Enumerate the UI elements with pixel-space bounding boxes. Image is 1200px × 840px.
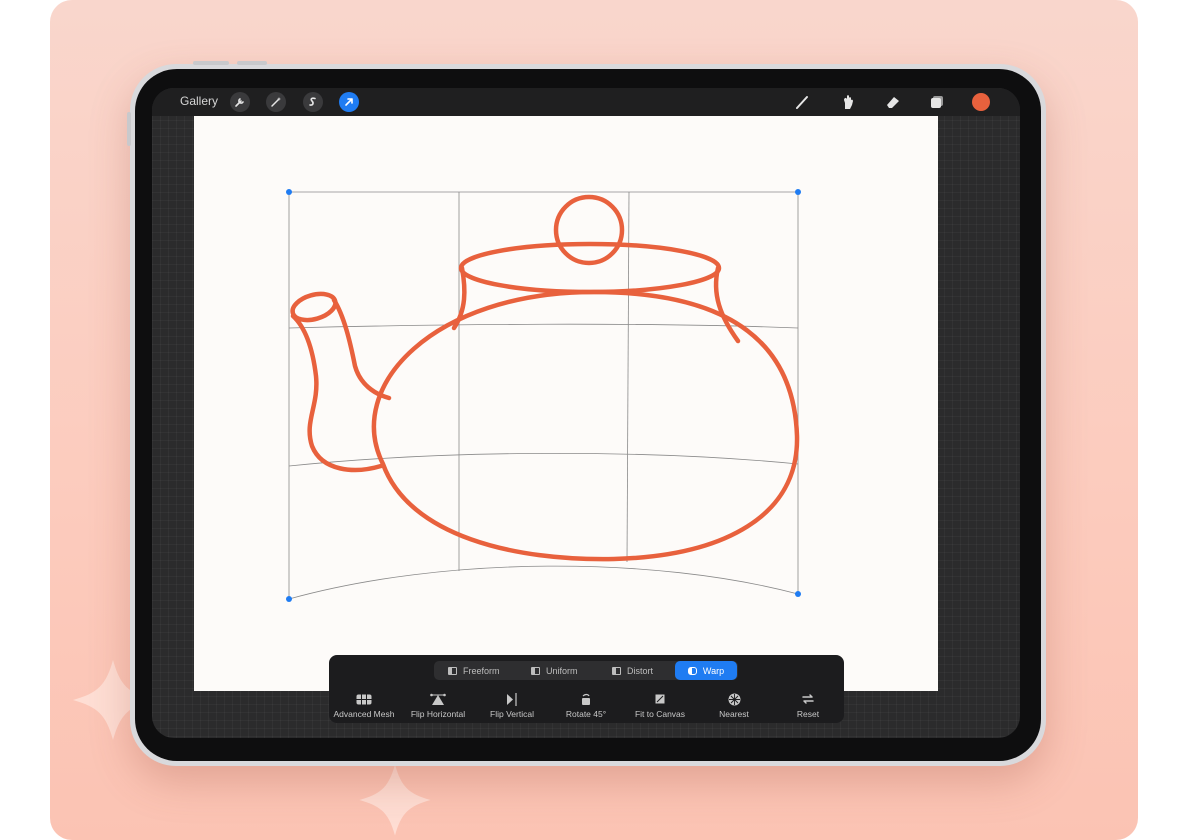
mode-distort[interactable]: Distort	[612, 661, 682, 680]
mode-uniform[interactable]: Uniform	[531, 661, 601, 680]
top-button	[237, 61, 267, 65]
mode-label: Distort	[627, 665, 654, 676]
action-label: Advanced Mesh	[333, 709, 395, 719]
flip-vertical-icon	[505, 692, 519, 706]
rotate-icon	[579, 692, 593, 706]
nearest-button[interactable]: Nearest	[697, 692, 771, 720]
flip-vertical-button[interactable]: Flip Vertical	[475, 692, 549, 720]
rotate-45-button[interactable]: Rotate 45°	[549, 692, 623, 720]
action-label: Nearest	[719, 709, 749, 719]
eraser-icon[interactable]	[883, 92, 903, 112]
color-swatch[interactable]	[972, 93, 990, 111]
action-label: Reset	[796, 709, 820, 719]
magic-wand-icon[interactable]	[266, 92, 286, 112]
mode-warp[interactable]: Warp	[675, 661, 737, 680]
fit-to-canvas-icon	[654, 692, 666, 706]
top-button	[193, 61, 229, 65]
action-label: Rotate 45°	[565, 709, 607, 719]
mode-label: Freeform	[463, 665, 500, 676]
top-toolbar: Gallery	[152, 88, 1020, 116]
action-label: Flip Vertical	[490, 709, 534, 719]
mode-freeform[interactable]: Freeform	[448, 661, 518, 680]
freeform-icon	[448, 666, 457, 675]
nearest-icon	[728, 692, 741, 706]
selection-icon[interactable]	[303, 92, 323, 112]
layers-icon[interactable]	[927, 92, 947, 112]
advanced-mesh-button[interactable]: Advanced Mesh	[327, 692, 401, 720]
procreate-screen: Gallery Freeform Uniform Distort Warp Ad…	[152, 88, 1020, 738]
decorative-sparkle-icon	[359, 764, 431, 836]
mode-label: Warp	[702, 665, 725, 676]
reset-icon	[801, 692, 815, 706]
transform-panel: Freeform Uniform Distort Warp Advanced M…	[329, 655, 844, 723]
distort-icon	[612, 666, 621, 675]
wrench-icon[interactable]	[230, 92, 250, 112]
teapot-strokes	[290, 194, 800, 562]
brush-icon[interactable]	[793, 92, 813, 112]
uniform-icon	[531, 666, 540, 675]
smudge-icon[interactable]	[838, 92, 858, 112]
fit-to-canvas-button[interactable]: Fit to Canvas	[623, 692, 697, 720]
warp-icon	[687, 666, 697, 675]
action-label: Flip Horizontal	[410, 709, 466, 719]
flip-horizontal-button[interactable]: Flip Horizontal	[401, 692, 475, 720]
side-button	[127, 112, 131, 146]
gallery-button[interactable]: Gallery	[180, 94, 218, 108]
mode-label: Uniform	[546, 665, 578, 676]
mesh-icon	[356, 692, 372, 706]
drawing-canvas[interactable]	[194, 116, 938, 691]
reset-button[interactable]: Reset	[771, 692, 845, 720]
flip-horizontal-icon	[430, 692, 446, 706]
teapot-drawing	[286, 189, 801, 602]
transform-arrow-icon[interactable]	[339, 92, 359, 112]
transform-mode-selector: Freeform Uniform Distort Warp	[434, 661, 738, 680]
action-label: Fit to Canvas	[634, 709, 686, 719]
